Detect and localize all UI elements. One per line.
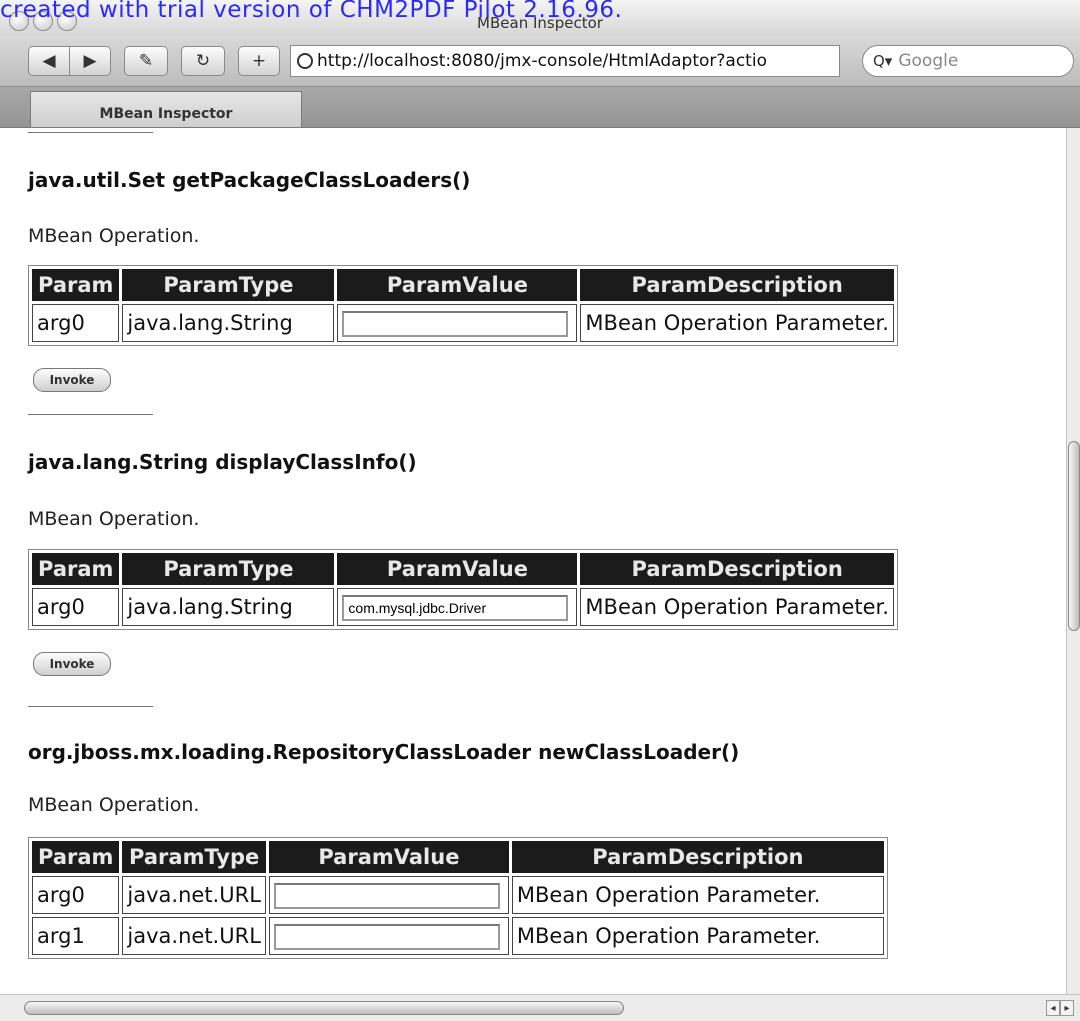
param-value-input[interactable] [342, 594, 569, 621]
separator [28, 132, 153, 133]
operation-title: java.util.Set getPackageClassLoaders() [28, 168, 471, 192]
forward-button[interactable]: ▶ [69, 46, 111, 76]
param-value-cell [268, 917, 509, 955]
header-paramtype: ParamType [122, 841, 266, 873]
invoke-button[interactable]: Invoke [33, 652, 111, 676]
table-row: arg1 java.net.URL MBean Operation Parame… [32, 917, 884, 955]
header-param: Param [32, 841, 120, 873]
table-row: arg0 java.lang.String MBean Operation Pa… [32, 304, 894, 342]
param-type: java.net.URL [122, 876, 266, 914]
param-value-input[interactable] [273, 923, 500, 950]
forward-arrow-icon: ▶ [83, 51, 97, 71]
operation-description: MBean Operation. [28, 508, 200, 530]
param-value-cell [337, 588, 578, 626]
header-param: Param [32, 553, 120, 585]
param-value-cell [268, 876, 509, 914]
param-type: java.net.URL [122, 917, 266, 955]
param-name: arg0 [32, 876, 120, 914]
header-paramvalue: ParamValue [337, 269, 578, 301]
tab-bar: MBean Inspector [0, 87, 1080, 128]
header-paramdescription: ParamDescription [511, 841, 884, 873]
vertical-scrollbar[interactable] [1066, 128, 1080, 994]
browser-window: MBean Inspector created with trial versi… [0, 0, 1080, 1021]
param-value-cell [337, 304, 578, 342]
tab-label: MBean Inspector [99, 106, 233, 122]
header-paramtype: ParamType [122, 553, 335, 585]
params-table: Param ParamType ParamValue ParamDescript… [28, 837, 888, 959]
vertical-scroll-thumb[interactable] [1068, 441, 1080, 631]
scroll-left-arrow-icon[interactable]: ◂ [1046, 1000, 1060, 1016]
pencil-icon: ✎ [138, 51, 154, 71]
address-bar[interactable]: http://localhost:8080/jmx-console/HtmlAd… [290, 45, 840, 77]
params-table: Param ParamType ParamValue ParamDescript… [28, 265, 898, 346]
header-param: Param [32, 269, 120, 301]
param-description: MBean Operation Parameter. [580, 588, 894, 626]
add-bookmark-button[interactable]: + [238, 46, 280, 76]
scroll-right-arrow-icon[interactable]: ▸ [1060, 1000, 1074, 1016]
param-value-input[interactable] [273, 882, 500, 909]
plus-icon: + [251, 51, 267, 71]
search-placeholder: Google [898, 51, 959, 71]
separator [28, 414, 153, 415]
separator [28, 706, 153, 707]
search-icon: Q▾ [873, 52, 893, 70]
param-description: MBean Operation Parameter. [580, 304, 894, 342]
param-type: java.lang.String [122, 588, 335, 626]
table-row: arg0 java.lang.String MBean Operation Pa… [32, 588, 894, 626]
page-content: java.util.Set getPackageClassLoaders() M… [0, 128, 1066, 993]
operation-description: MBean Operation. [28, 225, 200, 247]
param-name: arg0 [32, 588, 120, 626]
back-button[interactable]: ◀ [28, 46, 70, 76]
table-row: arg0 java.net.URL MBean Operation Parame… [32, 876, 884, 914]
param-name: arg1 [32, 917, 120, 955]
param-name: arg0 [32, 304, 120, 342]
header-paramtype: ParamType [122, 269, 335, 301]
edit-bookmark-button[interactable]: ✎ [124, 46, 168, 76]
watermark-text: created with trial version of CHM2PDF Pi… [0, 0, 623, 23]
invoke-button[interactable]: Invoke [33, 368, 111, 392]
tab-mbean-inspector[interactable]: MBean Inspector [30, 91, 302, 127]
horizontal-scroll-thumb[interactable] [24, 1001, 624, 1015]
search-field[interactable]: Q▾ Google [862, 45, 1074, 77]
horizontal-scrollbar[interactable]: ◂ ▸ [0, 994, 1080, 1021]
param-value-input[interactable] [342, 310, 569, 337]
reload-icon: ↻ [195, 51, 211, 71]
operation-description: MBean Operation. [28, 794, 200, 816]
reload-button[interactable]: ↻ [181, 46, 225, 76]
url-text: http://localhost:8080/jmx-console/HtmlAd… [317, 51, 767, 71]
header-paramvalue: ParamValue [337, 553, 578, 585]
globe-icon [297, 53, 313, 69]
header-paramdescription: ParamDescription [580, 553, 894, 585]
title-bar: MBean Inspector created with trial versi… [0, 0, 1080, 36]
param-description: MBean Operation Parameter. [511, 876, 884, 914]
operation-title: java.lang.String displayClassInfo() [28, 450, 417, 474]
param-description: MBean Operation Parameter. [511, 917, 884, 955]
back-arrow-icon: ◀ [42, 51, 56, 71]
browser-toolbar: ◀ ▶ ✎ ↻ + http://localhost:8080/jmx-cons… [0, 36, 1080, 87]
operation-title: org.jboss.mx.loading.RepositoryClassLoad… [28, 740, 740, 764]
header-paramvalue: ParamValue [268, 841, 509, 873]
param-type: java.lang.String [122, 304, 335, 342]
header-paramdescription: ParamDescription [580, 269, 894, 301]
params-table: Param ParamType ParamValue ParamDescript… [28, 549, 898, 630]
